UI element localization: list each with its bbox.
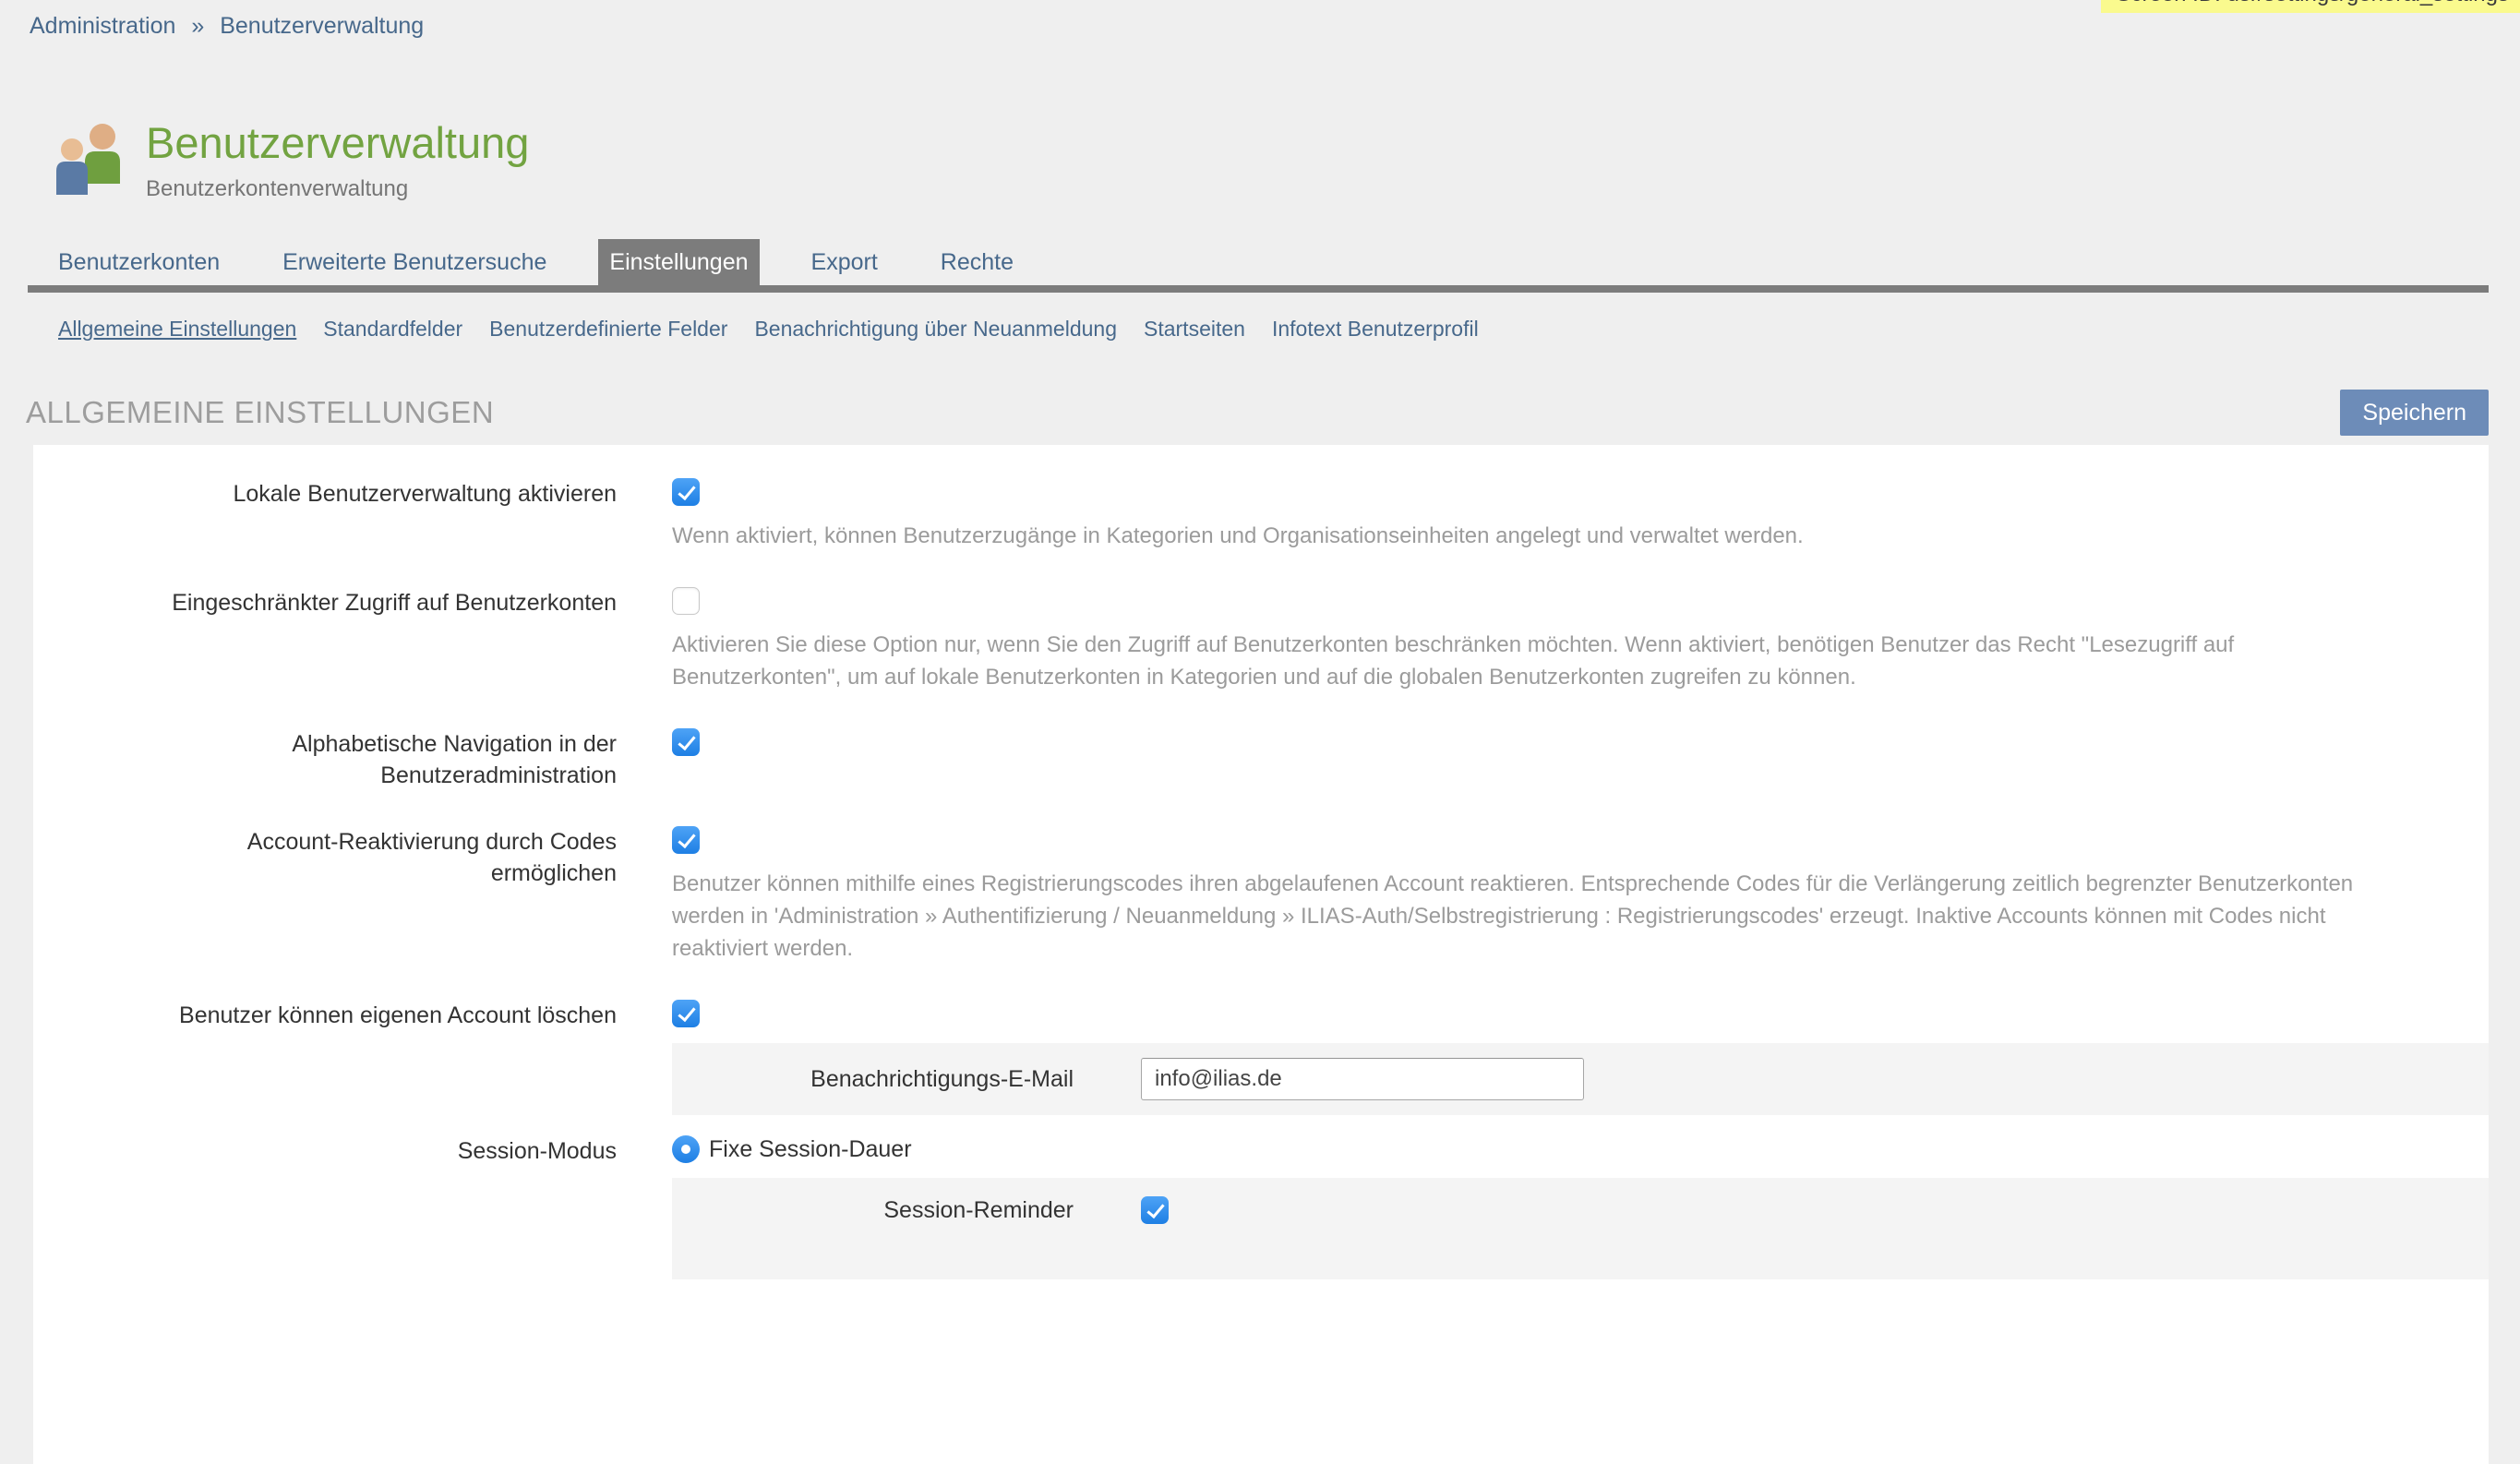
field-label: Benutzer können eigenen Account löschen [33,1000,617,1032]
field-label: Alphabetische Navigation in der Benutzer… [33,728,617,791]
page-header: Benutzerverwaltung Benutzerkontenverwalt… [52,117,2520,202]
form-row-account-reaktivierung: Account-Reaktivierung durch Codes ermögl… [33,826,2489,965]
field-label: Lokale Benutzerverwaltung aktivieren [33,478,617,552]
breadcrumb-separator: » [191,13,204,39]
benachrichtigungs-email-input[interactable] [1141,1058,1584,1100]
breadcrumb-link-benutzerverwaltung[interactable]: Benutzerverwaltung [220,13,424,39]
subtab-benachrichtigung-neuanmeldung[interactable]: Benachrichtigung über Neuanmeldung [754,317,1117,342]
subtab-bar: Allgemeine Einstellungen Standardfelder … [0,293,2520,342]
field-description: Aktivieren Sie diese Option nur, wenn Si… [672,629,2370,693]
form-row-lokale-benutzerverwaltung: Lokale Benutzerverwaltung aktivieren Wen… [33,478,2489,552]
field-label: Session-Modus [33,1135,617,1167]
radio-option-label: Fixe Session-Dauer [709,1135,912,1163]
alphabetische-navigation-checkbox[interactable] [672,728,700,756]
section-band: ALLGEMEINE EINSTELLUNGEN Speichern [26,390,2489,436]
subtab-allgemeine-einstellungen[interactable]: Allgemeine Einstellungen [58,317,296,342]
tab-export[interactable]: Export [800,239,889,285]
page-title: Benutzerverwaltung [146,117,529,169]
form-row-session-modus: Session-Modus Fixe Session-Dauer [33,1135,2489,1167]
fixe-session-dauer-radio[interactable] [672,1135,700,1163]
tab-benutzerkonten[interactable]: Benutzerkonten [47,239,231,285]
tab-einstellungen[interactable]: Einstellungen [598,239,759,285]
users-icon [52,121,129,198]
field-label: Session-Reminder [672,1197,1074,1224]
form-row-eingeschraenkter-zugriff: Eingeschränkter Zugriff auf Benutzerkont… [33,587,2489,693]
session-modus-subpanel: Session-Reminder [672,1178,2489,1279]
lokale-benutzerverwaltung-checkbox[interactable] [672,478,700,506]
tab-rechte[interactable]: Rechte [930,239,1025,285]
save-button[interactable]: Speichern [2340,390,2489,436]
account-loeschen-checkbox[interactable] [672,1000,700,1027]
page-subtitle: Benutzerkontenverwaltung [146,176,529,202]
account-reaktivierung-checkbox[interactable] [672,826,700,854]
field-label: Benachrichtigungs-E-Mail [672,1066,1074,1093]
tab-bar-underline [28,285,2489,293]
form-row-alphabetische-navigation: Alphabetische Navigation in der Benutzer… [33,728,2489,791]
settings-form: Lokale Benutzerverwaltung aktivieren Wen… [33,445,2489,1464]
tab-bar: Benutzerkonten Erweiterte Benutzersuche … [47,239,2520,285]
field-label: Account-Reaktivierung durch Codes ermögl… [33,826,617,965]
subtab-benutzerdefinierte-felder[interactable]: Benutzerdefinierte Felder [489,317,727,342]
session-reminder-checkbox[interactable] [1141,1196,1169,1224]
subtab-infotext-benutzerprofil[interactable]: Infotext Benutzerprofil [1272,317,1479,342]
breadcrumb-link-administration[interactable]: Administration [30,13,175,39]
form-row-account-loeschen: Benutzer können eigenen Account löschen [33,1000,2489,1032]
field-description: Wenn aktiviert, können Benutzerzugänge i… [672,520,2370,552]
field-description: Benutzer können mithilfe eines Registrie… [672,868,2370,965]
section-heading: ALLGEMEINE EINSTELLUNGEN [26,395,494,430]
account-loeschen-subpanel: Benachrichtigungs-E-Mail [672,1043,2489,1115]
subtab-startseiten[interactable]: Startseiten [1144,317,1245,342]
screen-id-badge: Screen ID: usr/settings/general_settings [2101,0,2520,13]
eingeschraenkter-zugriff-checkbox[interactable] [672,587,700,615]
tab-erweiterte-benutzersuche[interactable]: Erweiterte Benutzersuche [271,239,558,285]
subtab-standardfelder[interactable]: Standardfelder [323,317,462,342]
field-label: Eingeschränkter Zugriff auf Benutzerkont… [33,587,617,693]
